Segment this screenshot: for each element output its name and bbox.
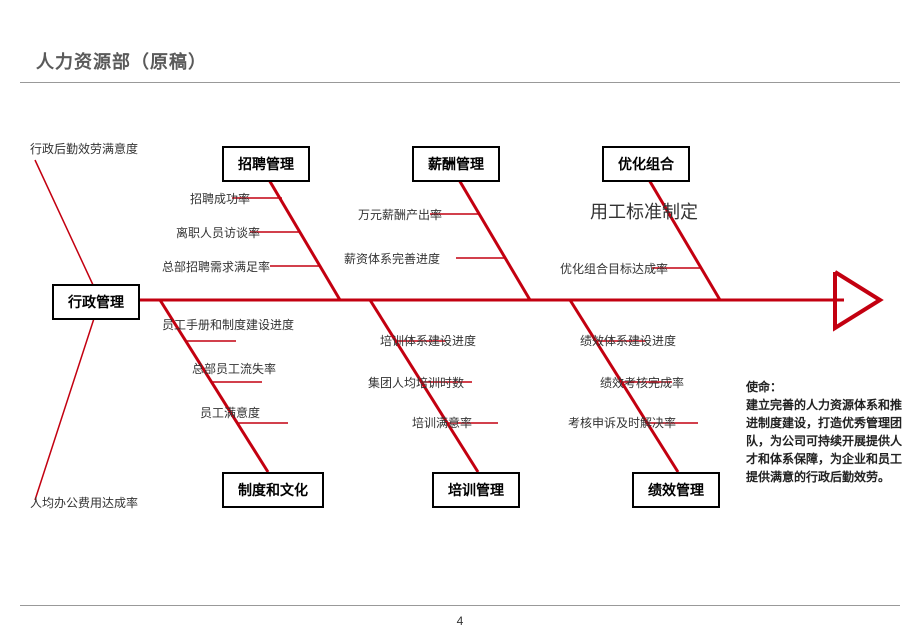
t3-item-1: 优化组合目标达成率	[560, 260, 668, 277]
top-box-2: 薪酬管理	[412, 146, 500, 182]
b2-item-2: 集团人均培训时数	[368, 374, 464, 391]
t1-item-1: 招聘成功率	[190, 190, 250, 207]
b2-item-3: 培训满意率	[412, 414, 472, 431]
bottom-box-1: 制度和文化	[222, 472, 324, 508]
b2-item-1: 培训体系建设进度	[380, 332, 476, 349]
b3-item-2: 绩效考核完成率	[600, 374, 684, 391]
mission-block: 使命： 建立完善的人力资源体系和推进制度建设，打造优秀管理团队，为公司可持续开展…	[746, 378, 904, 486]
slide: 人力资源部（原稿） 4	[0, 0, 920, 638]
bottom-box-2: 培训管理	[432, 472, 520, 508]
mission-heading: 使命：	[746, 380, 782, 394]
t1-item-2: 离职人员访谈率	[176, 224, 260, 241]
bottom-rule	[20, 605, 900, 606]
top-rule	[20, 82, 900, 83]
top-box-3: 优化组合	[602, 146, 690, 182]
top-box-1: 招聘管理	[222, 146, 310, 182]
t1-item-3: 总部招聘需求满足率	[162, 258, 270, 275]
t2-item-2: 薪资体系完善进度	[344, 250, 440, 267]
bottom-left-label: 人均办公费用达成率	[30, 494, 138, 511]
head-box: 行政管理	[52, 284, 140, 320]
bottom-box-3: 绩效管理	[632, 472, 720, 508]
mission-body: 建立完善的人力资源体系和推进制度建设，打造优秀管理团队，为公司可持续开展提供人才…	[746, 398, 902, 484]
b3-item-3: 考核申诉及时解决率	[568, 414, 676, 431]
b1-item-2: 总部员工流失率	[192, 360, 276, 377]
b1-item-1: 员工手册和制度建设进度	[162, 316, 294, 333]
b3-item-1: 绩效体系建设进度	[580, 332, 676, 349]
page-number: 4	[0, 614, 920, 628]
t2-item-1: 万元薪酬产出率	[358, 206, 442, 223]
t3-big-label: 用工标准制定	[590, 198, 698, 224]
page-title: 人力资源部（原稿）	[36, 48, 207, 74]
top-left-label: 行政后勤效劳满意度	[30, 140, 138, 157]
b1-item-3: 员工满意度	[200, 404, 260, 421]
